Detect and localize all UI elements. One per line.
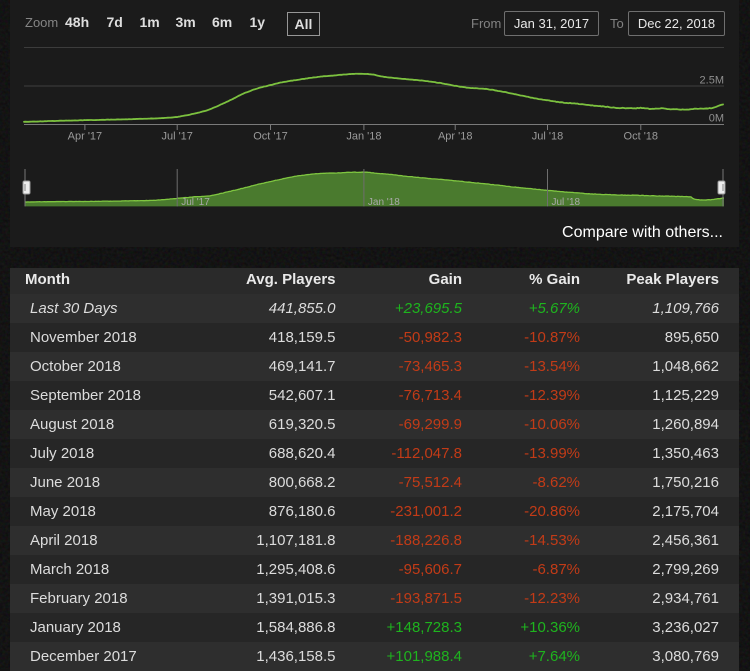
svg-text:Jul '17: Jul '17 bbox=[161, 131, 192, 143]
svg-text:Jan '18: Jan '18 bbox=[368, 197, 400, 208]
svg-text:Jul '17: Jul '17 bbox=[181, 197, 210, 208]
svg-text:Oct '18: Oct '18 bbox=[624, 131, 659, 143]
svg-text:Apr '17: Apr '17 bbox=[68, 131, 103, 143]
svg-text:0M: 0M bbox=[709, 113, 724, 125]
svg-text:Apr '18: Apr '18 bbox=[438, 131, 473, 143]
svg-text:2.5M: 2.5M bbox=[700, 75, 724, 87]
svg-text:Oct '17: Oct '17 bbox=[253, 131, 288, 143]
svg-text:Jan '18: Jan '18 bbox=[346, 131, 381, 143]
svg-text:Jul '18: Jul '18 bbox=[552, 197, 581, 208]
svg-text:Jul '18: Jul '18 bbox=[532, 131, 563, 143]
